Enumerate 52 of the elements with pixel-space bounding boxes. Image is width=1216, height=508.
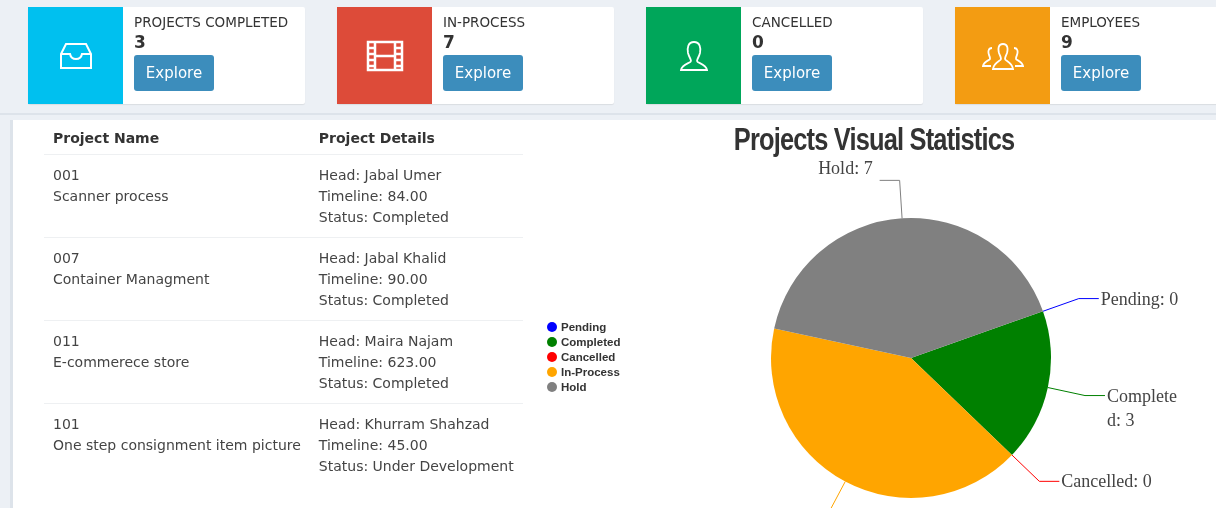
project-detail: Status: Completed [318, 208, 450, 227]
project-id: 101 [53, 415, 81, 434]
column-header: Project Name [44, 120, 310, 155]
project-name: One step consignment item picture [53, 436, 301, 455]
project-name: Container Managment [53, 270, 211, 289]
project-detail: Head: Jabal Khalid [318, 249, 448, 268]
card-count: 3 [134, 32, 146, 52]
project-detail: Head: Khurram Shahzad [318, 415, 491, 434]
legend-label: Completed [561, 335, 621, 349]
project-detail: Status: Completed [318, 374, 450, 393]
card-count: 7 [443, 32, 455, 52]
explore-button[interactable]: Explore [752, 55, 832, 91]
card-title: EMPLOYEES [1061, 14, 1141, 30]
leader-line [879, 179, 903, 219]
project-name: E-commerece store [53, 353, 191, 372]
project-detail: Head: Maira Najam [318, 332, 455, 351]
film-strip-icon [365, 39, 404, 72]
legend-label: Cancelled [561, 350, 616, 364]
card-title: CANCELLED [752, 14, 833, 30]
legend-label: In-Process [561, 365, 620, 379]
leader-line [1011, 454, 1060, 482]
project-id: 001 [53, 166, 81, 185]
project-detail: Status: Completed [318, 291, 450, 310]
slice-label: Completed: 3 [1107, 384, 1178, 432]
slice-label: Hold: 7 [818, 157, 873, 181]
card-title: IN-PROCESS [443, 14, 526, 30]
chart-title: Projects Visual Statistics [734, 122, 1015, 158]
card-title: PROJECTS COMPLETED [134, 14, 289, 30]
slice-label: Pending: 0 [1100, 287, 1179, 311]
card-count: 0 [752, 32, 764, 52]
legend-label: Pending [561, 320, 607, 334]
project-detail: Timeline: 90.00 [318, 270, 429, 289]
explore-button[interactable]: Explore [134, 55, 214, 91]
explore-button[interactable]: Explore [443, 55, 523, 91]
project-detail: Timeline: 45.00 [318, 436, 429, 455]
project-detail: Timeline: 623.00 [318, 353, 438, 372]
project-name: Scanner process [53, 187, 170, 206]
users-group-icon [980, 40, 1025, 71]
project-id: 007 [53, 249, 81, 268]
explore-button[interactable]: Explore [1061, 55, 1141, 91]
inbox-tray-icon [57, 41, 94, 70]
card-count: 9 [1061, 32, 1073, 52]
project-detail: Timeline: 84.00 [318, 187, 429, 206]
legend-label: Hold [561, 380, 587, 394]
slice-label: Cancelled: 0 [1061, 470, 1152, 494]
project-detail: Status: Under Development [318, 457, 514, 476]
project-detail: Head: Jabal Umer [318, 166, 443, 185]
leader-line [1047, 387, 1106, 397]
leader-line [1042, 298, 1100, 312]
column-header: Project Details [309, 120, 523, 155]
project-id: 011 [53, 332, 81, 351]
user-icon [677, 39, 710, 72]
